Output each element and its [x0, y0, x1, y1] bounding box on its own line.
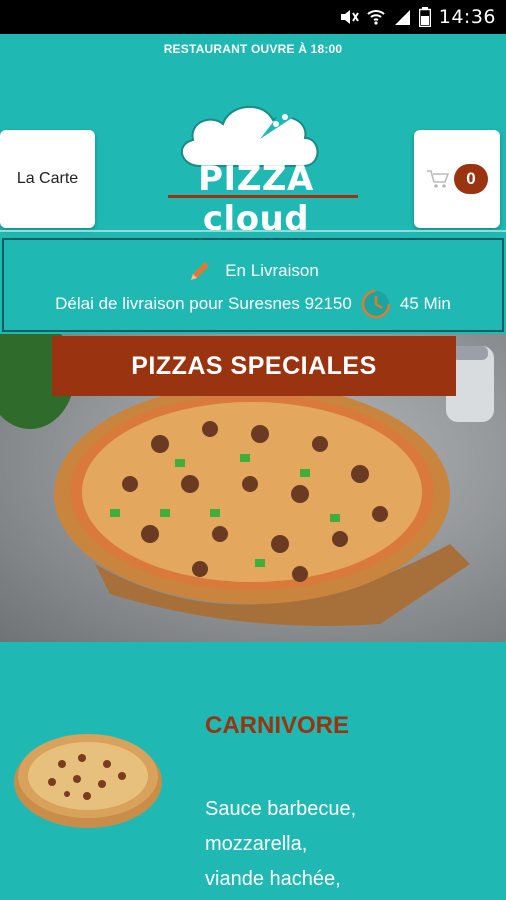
description-line: Sauce barbecue,	[205, 798, 357, 820]
la-carte-button[interactable]: La Carte	[0, 130, 95, 228]
cart-icon	[427, 170, 450, 188]
status-bar: 14:36	[0, 0, 506, 34]
signal-icon	[394, 10, 410, 25]
app-header: RESTAURANT OUVRE À 18:00 La Carte PIZZA …	[0, 34, 506, 239]
clock-time: 14:36	[438, 6, 496, 28]
delivery-mode: En Livraison	[225, 261, 319, 280]
product-description: Sauce barbecue, mozzarella, viande haché…	[205, 792, 356, 897]
logo-wordmark: PIZZA cloud	[198, 159, 314, 239]
delivery-info-panel[interactable]: En Livraison Délai de livraison pour Sur…	[2, 238, 504, 332]
delivery-delay-label: Délai de livraison pour Suresnes 92150	[55, 294, 352, 313]
product-name: CARNIVORE	[205, 712, 350, 739]
mute-icon	[340, 10, 359, 24]
delivery-delay-value: 45 Min	[399, 294, 451, 313]
category-hero[interactable]: PIZZAS SPECIALES	[0, 334, 506, 642]
description-line: mozzarella,	[205, 833, 308, 855]
wifi-icon	[367, 10, 385, 25]
cart-button[interactable]: 0	[414, 130, 500, 228]
product-pizza-image	[14, 734, 162, 828]
cart-count-badge: 0	[454, 164, 488, 194]
clock-icon	[361, 289, 391, 319]
description-line: viande hachée,	[205, 868, 341, 890]
battery-icon	[418, 7, 431, 27]
logo-underline	[168, 195, 358, 198]
product-card[interactable]: CARNIVORE Sauce barbecue, mozzarella, vi…	[0, 642, 506, 900]
header-divider	[0, 230, 506, 232]
opening-banner: RESTAURANT OUVRE À 18:00	[163, 42, 343, 56]
pencil-icon[interactable]	[187, 258, 213, 284]
category-title: PIZZAS SPECIALES	[52, 336, 456, 396]
